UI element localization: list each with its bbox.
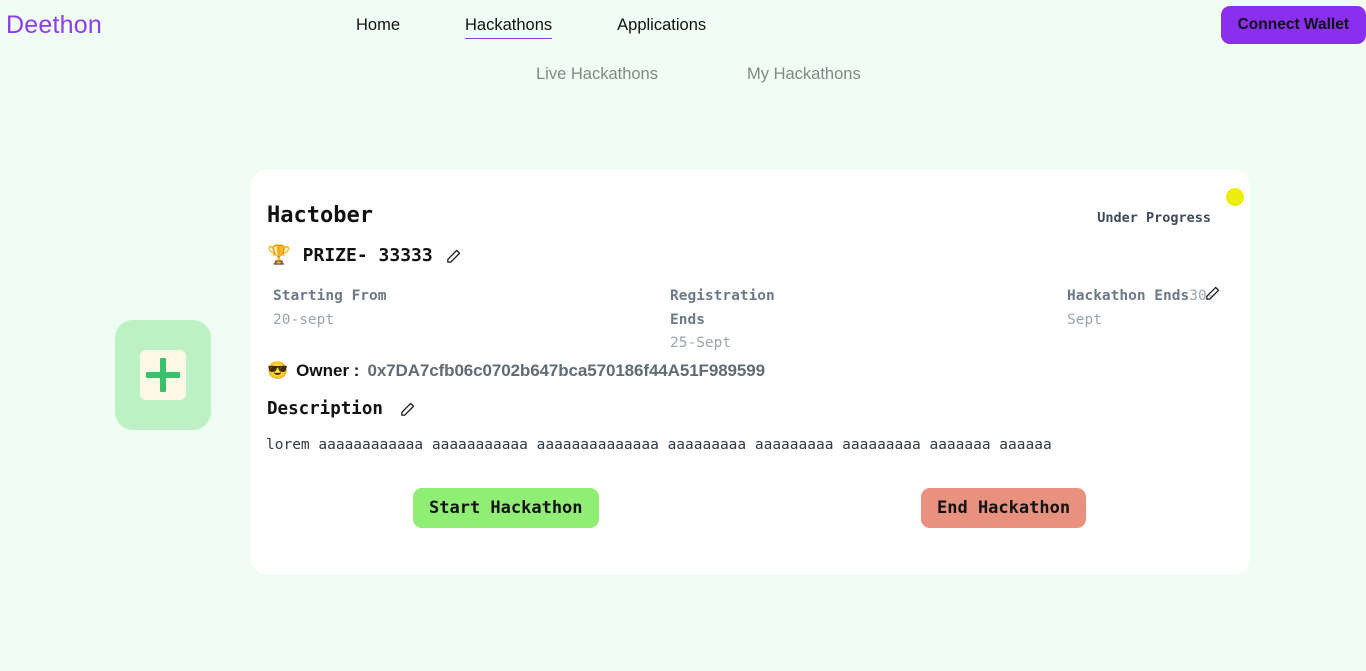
top-navbar: Deethon Home Hackathons Applications Con…	[0, 0, 1366, 50]
nav-link-hackathons[interactable]: Hackathons	[465, 14, 553, 39]
edit-description-pencil-icon[interactable]	[399, 401, 416, 418]
status-dot-icon	[1226, 188, 1244, 206]
sunglasses-face-icon: 😎	[267, 361, 289, 380]
start-hackathon-button[interactable]: Start Hackathon	[413, 488, 599, 528]
description-body: lorem aaaaaaaaaaaa aaaaaaaaaaa aaaaaaaaa…	[266, 437, 1052, 453]
registration-end-block: Registration Ends 25-Sept	[670, 285, 780, 356]
start-date-label: Starting From	[273, 288, 387, 304]
owner-row: 😎 Owner : 0x7DA7cfb06c0702b647bca570186f…	[267, 360, 765, 382]
hackathon-detail-card: Hactober Under Progress 🏆 PRIZE- 33333 S…	[251, 170, 1250, 574]
owner-label: Owner :	[296, 361, 360, 380]
broken-image-icon	[140, 350, 186, 400]
prize-amount: PRIZE- 33333	[302, 245, 433, 266]
subnav-link-my-hackathons[interactable]: My Hackathons	[747, 63, 861, 85]
start-date-value: 20-sept	[273, 311, 335, 328]
card-actions: Start Hackathon End Hackathon	[251, 488, 1250, 528]
registration-end-label: Registration Ends	[670, 288, 775, 328]
hackathon-image-placeholder	[115, 320, 211, 430]
hackathon-title: Hactober	[267, 203, 373, 228]
brand-logo[interactable]: Deethon	[6, 10, 102, 40]
owner-address: 0x7DA7cfb06c0702b647bca570186f44A51F9895…	[367, 361, 765, 380]
start-date-block: Starting From 20-sept	[273, 285, 503, 332]
hackathon-end-block: Hackathon Ends30-Sept	[1067, 285, 1237, 332]
end-hackathon-button[interactable]: End Hackathon	[921, 488, 1087, 528]
description-header: Description	[267, 397, 416, 421]
nav-link-home[interactable]: Home	[356, 14, 400, 38]
subnav-link-live-hackathons[interactable]: Live Hackathons	[536, 63, 658, 85]
secondary-nav: Live Hackathons My Hackathons	[536, 63, 861, 85]
hackathon-end-label: Hackathon Ends	[1067, 288, 1190, 304]
trophy-icon: 🏆	[267, 245, 291, 266]
connect-wallet-button[interactable]: Connect Wallet	[1220, 6, 1366, 44]
nav-link-applications[interactable]: Applications	[617, 14, 706, 38]
registration-end-value: 25-Sept	[670, 335, 732, 351]
edit-hackathon-end-pencil-icon[interactable]	[1204, 285, 1221, 302]
status-badge: Under Progress	[1097, 210, 1211, 226]
prize-row: 🏆 PRIZE- 33333	[267, 244, 462, 268]
description-title: Description	[267, 399, 383, 419]
edit-prize-pencil-icon[interactable]	[445, 248, 462, 265]
primary-nav: Home Hackathons Applications	[356, 14, 706, 39]
